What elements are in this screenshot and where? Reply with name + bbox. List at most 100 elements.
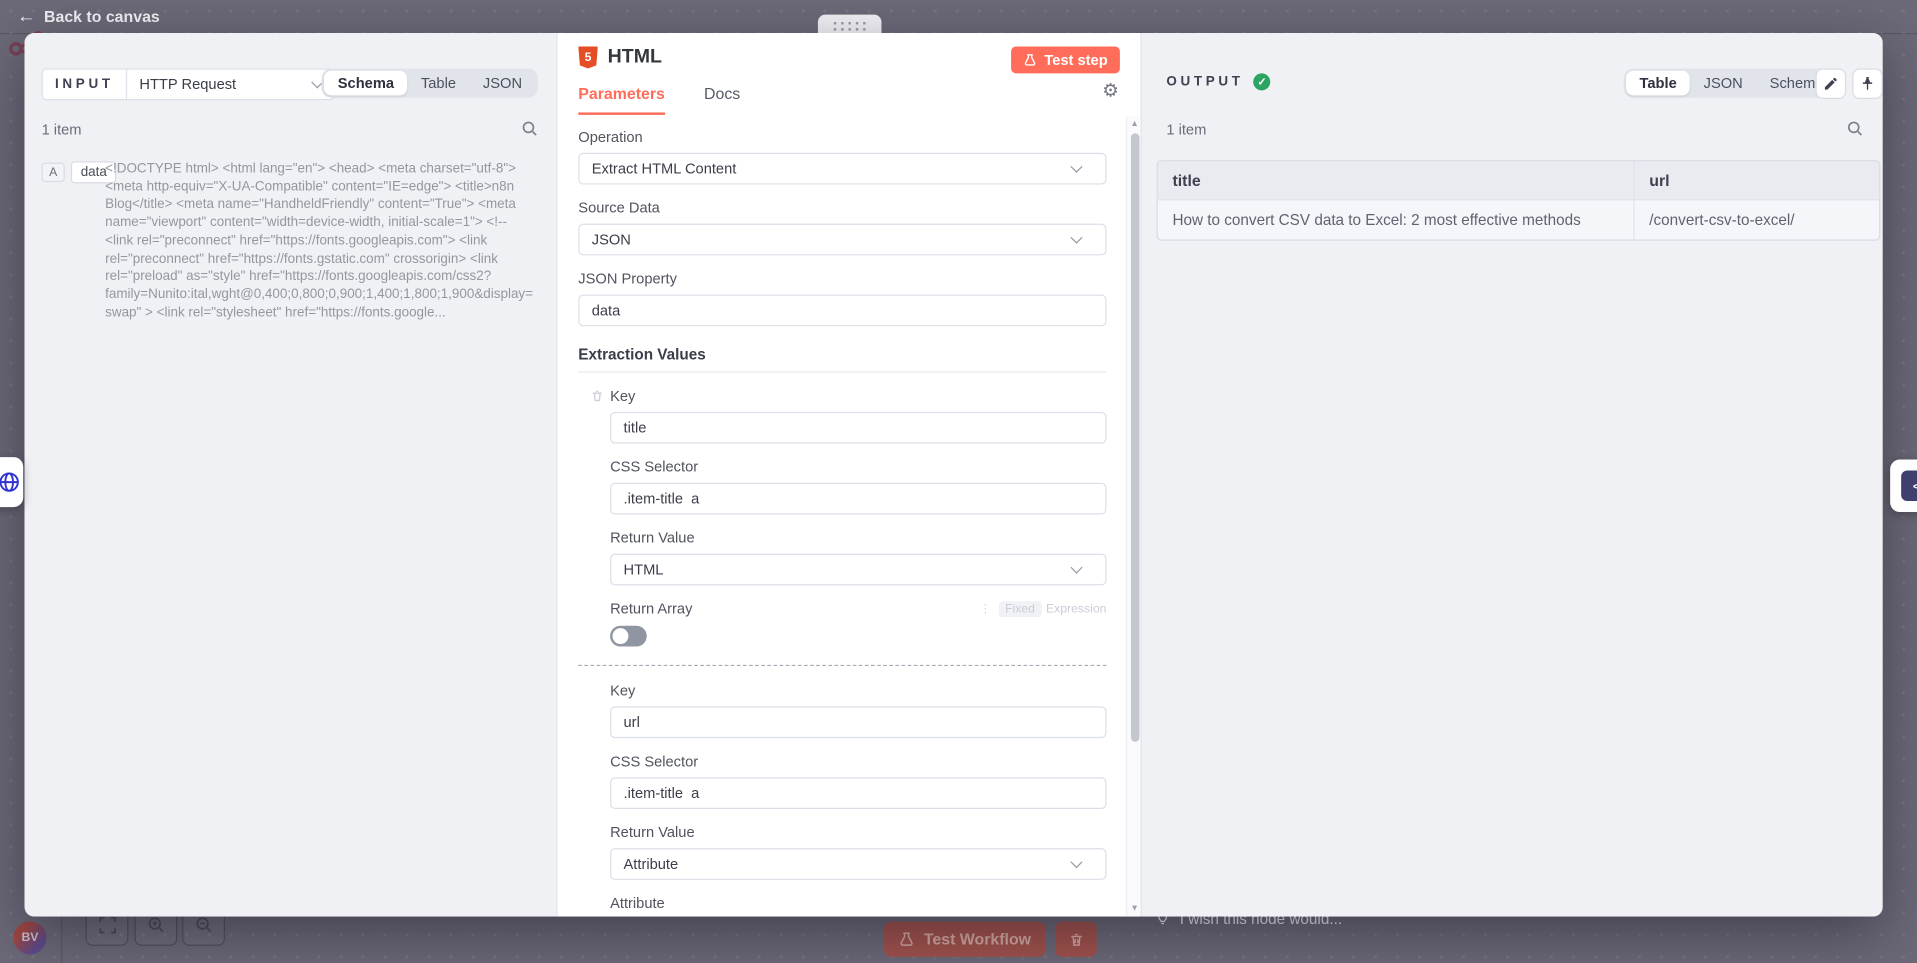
operation-label: Operation — [578, 128, 1106, 145]
cell-url: /convert-csv-to-excel/ — [1635, 200, 1880, 239]
test-workflow-label: Test Workflow — [924, 930, 1031, 948]
input-search-icon[interactable] — [521, 120, 539, 138]
flask-icon — [898, 931, 914, 947]
css-selector-input[interactable]: .item-title a — [610, 483, 1106, 515]
key-label: Key — [610, 682, 1106, 699]
return-value-value: HTML — [624, 561, 664, 578]
input-view-switcher: Schema Table JSON — [322, 68, 538, 97]
flask-icon — [1024, 53, 1037, 68]
top-bar: ← Back to canvas — [0, 0, 1917, 34]
extraction-divider — [578, 665, 1106, 666]
test-step-button[interactable]: Test step — [1011, 46, 1120, 73]
output-node-peek[interactable]: </ — [1890, 460, 1917, 513]
zoom-out-icon — [194, 915, 214, 935]
output-label: OUTPUT — [1166, 75, 1243, 90]
tab-parameters[interactable]: Parameters — [578, 84, 665, 115]
key-input[interactable]: url — [610, 706, 1106, 738]
source-data-label: Source Data — [578, 199, 1106, 216]
toggle-knob — [613, 628, 629, 644]
output-view-switcher: Table JSON Schema — [1624, 68, 1840, 97]
html5-node-icon: 5 — [578, 46, 598, 68]
table-row: How to convert CSV data to Excel: 2 most… — [1158, 200, 1879, 239]
chevron-down-icon — [1070, 161, 1082, 173]
return-value-value: Attribute — [624, 855, 679, 872]
test-workflow-button[interactable]: Test Workflow — [884, 921, 1045, 956]
trash-icon — [1068, 931, 1084, 948]
back-to-canvas-button[interactable]: ← Back to canvas — [17, 7, 160, 25]
input-items-count: 1 item — [42, 121, 82, 138]
pin-icon — [1860, 76, 1876, 92]
key-label: Key — [610, 387, 635, 404]
return-array-toggle[interactable] — [610, 626, 647, 647]
avatar[interactable]: BV — [13, 921, 46, 954]
json-property-label: JSON Property — [578, 270, 1106, 287]
output-items-count: 1 item — [1166, 121, 1206, 138]
source-data-value: JSON — [592, 231, 631, 248]
zoom-in-icon — [146, 915, 166, 935]
code-node-icon: </ — [1901, 471, 1917, 502]
operation-value: Extract HTML Content — [592, 160, 737, 177]
node-detail-view: INPUT HTTP Request Schema Table JSON 1 i… — [24, 33, 1882, 917]
css-selector-label: CSS Selector — [610, 753, 1106, 770]
chevron-down-icon — [1070, 232, 1082, 244]
input-source-value: HTTP Request — [127, 76, 313, 93]
output-table: title url How to convert CSV data to Exc… — [1157, 160, 1881, 241]
operation-select[interactable]: Extract HTML Content — [578, 153, 1106, 185]
globe-icon — [0, 471, 21, 494]
column-header-url: url — [1635, 161, 1880, 200]
output-tab-json[interactable]: JSON — [1690, 71, 1756, 95]
chevron-down-icon — [1070, 856, 1082, 868]
node-settings-panel: 5 HTML Test step Parameters Docs ⚙ Opera… — [558, 33, 1141, 917]
output-panel: OUTPUT ✓ Table JSON Schema 1 item title … — [1141, 33, 1883, 917]
return-value-label: Return Value — [610, 529, 1106, 546]
drag-dots-icon — [834, 21, 866, 30]
field-value-text: <!DOCTYPE html> <html lang="en"> <head> … — [105, 160, 538, 322]
cell-title: How to convert CSV data to Excel: 2 most… — [1158, 200, 1635, 239]
return-value-label: Return Value — [610, 824, 1106, 841]
input-label: INPUT — [55, 77, 114, 92]
app-root: BV Test Workflow I wish this node would.… — [0, 0, 1917, 963]
edit-output-button[interactable] — [1816, 68, 1847, 99]
tab-docs[interactable]: Docs — [704, 84, 740, 115]
return-value-select[interactable]: Attribute — [610, 848, 1106, 880]
attribute-label: Attribute — [610, 895, 1106, 912]
return-value-select[interactable]: HTML — [610, 554, 1106, 586]
drag-dots-icon: ⋮ — [979, 602, 991, 615]
return-array-label: Return Array — [610, 600, 692, 617]
input-tab-schema[interactable]: Schema — [324, 71, 407, 95]
success-check-icon: ✓ — [1253, 73, 1270, 90]
fixed-option[interactable]: Fixed — [999, 601, 1041, 617]
input-tab-json[interactable]: JSON — [469, 71, 535, 95]
fit-view-icon — [97, 915, 117, 935]
node-title: HTML — [608, 46, 662, 68]
source-data-select[interactable]: JSON — [578, 224, 1106, 256]
css-selector-input[interactable]: .item-title a — [610, 777, 1106, 809]
output-tab-table[interactable]: Table — [1626, 71, 1690, 95]
node-settings-gear-icon[interactable]: ⚙ — [1102, 82, 1118, 100]
scrollbar-thumb[interactable] — [1130, 133, 1139, 742]
output-search-icon[interactable] — [1846, 120, 1864, 138]
pin-data-button[interactable] — [1852, 68, 1883, 99]
expression-option[interactable]: Expression — [1046, 602, 1106, 615]
remove-extraction-icon[interactable] — [591, 389, 604, 404]
table-header-row: title url — [1158, 161, 1879, 200]
json-property-input[interactable]: data — [578, 295, 1106, 327]
delete-node-button[interactable] — [1055, 921, 1097, 956]
input-panel: INPUT HTTP Request Schema Table JSON 1 i… — [24, 33, 557, 917]
input-tab-table[interactable]: Table — [407, 71, 469, 95]
pencil-icon — [1823, 76, 1839, 92]
field-type-badge: A — [42, 163, 65, 183]
parameters-scroll-area: Operation Extract HTML Content Source Da… — [558, 116, 1127, 916]
test-step-label: Test step — [1044, 51, 1107, 68]
key-input[interactable]: title — [610, 412, 1106, 444]
extraction-values-heading: Extraction Values — [578, 346, 1106, 373]
input-node-peek[interactable] — [0, 457, 23, 507]
chevron-down-icon — [1070, 562, 1082, 574]
back-arrow-icon: ← — [17, 7, 35, 25]
parameters-scrollbar[interactable]: ▲ ▼ — [1126, 116, 1141, 916]
css-selector-label: CSS Selector — [610, 458, 1106, 475]
column-header-title: title — [1158, 161, 1635, 200]
fixed-expression-switch[interactable]: ⋮ Fixed Expression — [979, 601, 1106, 617]
back-label: Back to canvas — [44, 7, 160, 25]
input-source-select[interactable]: INPUT HTTP Request — [42, 68, 335, 100]
